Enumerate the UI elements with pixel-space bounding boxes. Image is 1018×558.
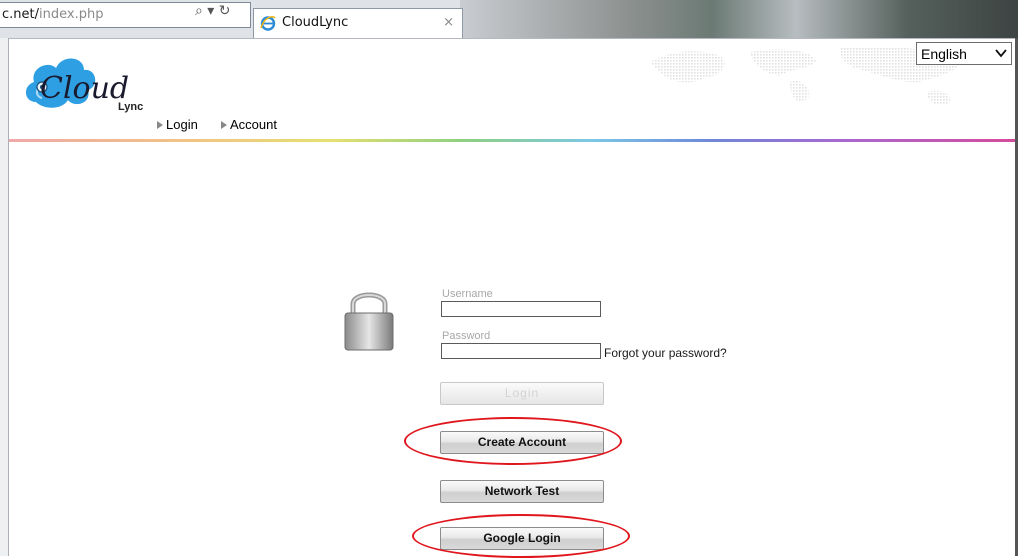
browser-theme-background (460, 0, 1018, 38)
ie-icon (260, 16, 276, 31)
svg-text:Lync: Lync (118, 101, 143, 113)
annotation-ellipse-google-login (412, 514, 630, 558)
forgot-password-link[interactable]: Forgot your password? (604, 346, 727, 360)
browser-toolbar: c.net/index.php ⌕ ▾ ↻ CloudLync × (0, 0, 1018, 39)
password-input[interactable] (441, 343, 601, 359)
username-label: Username (442, 288, 493, 300)
password-label: Password (442, 330, 491, 342)
triangle-right-icon (221, 121, 227, 129)
tab-title: CloudLync (282, 15, 349, 30)
cloudlync-logo[interactable]: Cloud Lync (22, 50, 172, 118)
browser-tab[interactable]: CloudLync × (253, 8, 463, 38)
triangle-right-icon (157, 121, 163, 129)
address-search-refresh-icons[interactable]: ⌕ ▾ ↻ (195, 3, 231, 19)
language-select-value: English (921, 46, 967, 62)
chevron-down-icon (995, 49, 1007, 58)
svg-text:Cloud: Cloud (40, 71, 129, 106)
language-select[interactable]: English (916, 42, 1012, 65)
network-test-button[interactable]: Network Test (440, 480, 604, 503)
nav-login-link[interactable]: Login (157, 117, 198, 132)
tab-close-icon[interactable]: × (443, 15, 454, 30)
username-input[interactable] (441, 301, 601, 317)
address-url[interactable]: c.net/index.php (2, 7, 103, 22)
padlock-icon (344, 292, 394, 351)
rainbow-divider (9, 139, 1015, 142)
annotation-ellipse-create-account (404, 417, 622, 465)
login-button[interactable]: Login (440, 382, 604, 405)
nav-account-link[interactable]: Account (221, 117, 277, 132)
page-left-border (0, 38, 9, 556)
